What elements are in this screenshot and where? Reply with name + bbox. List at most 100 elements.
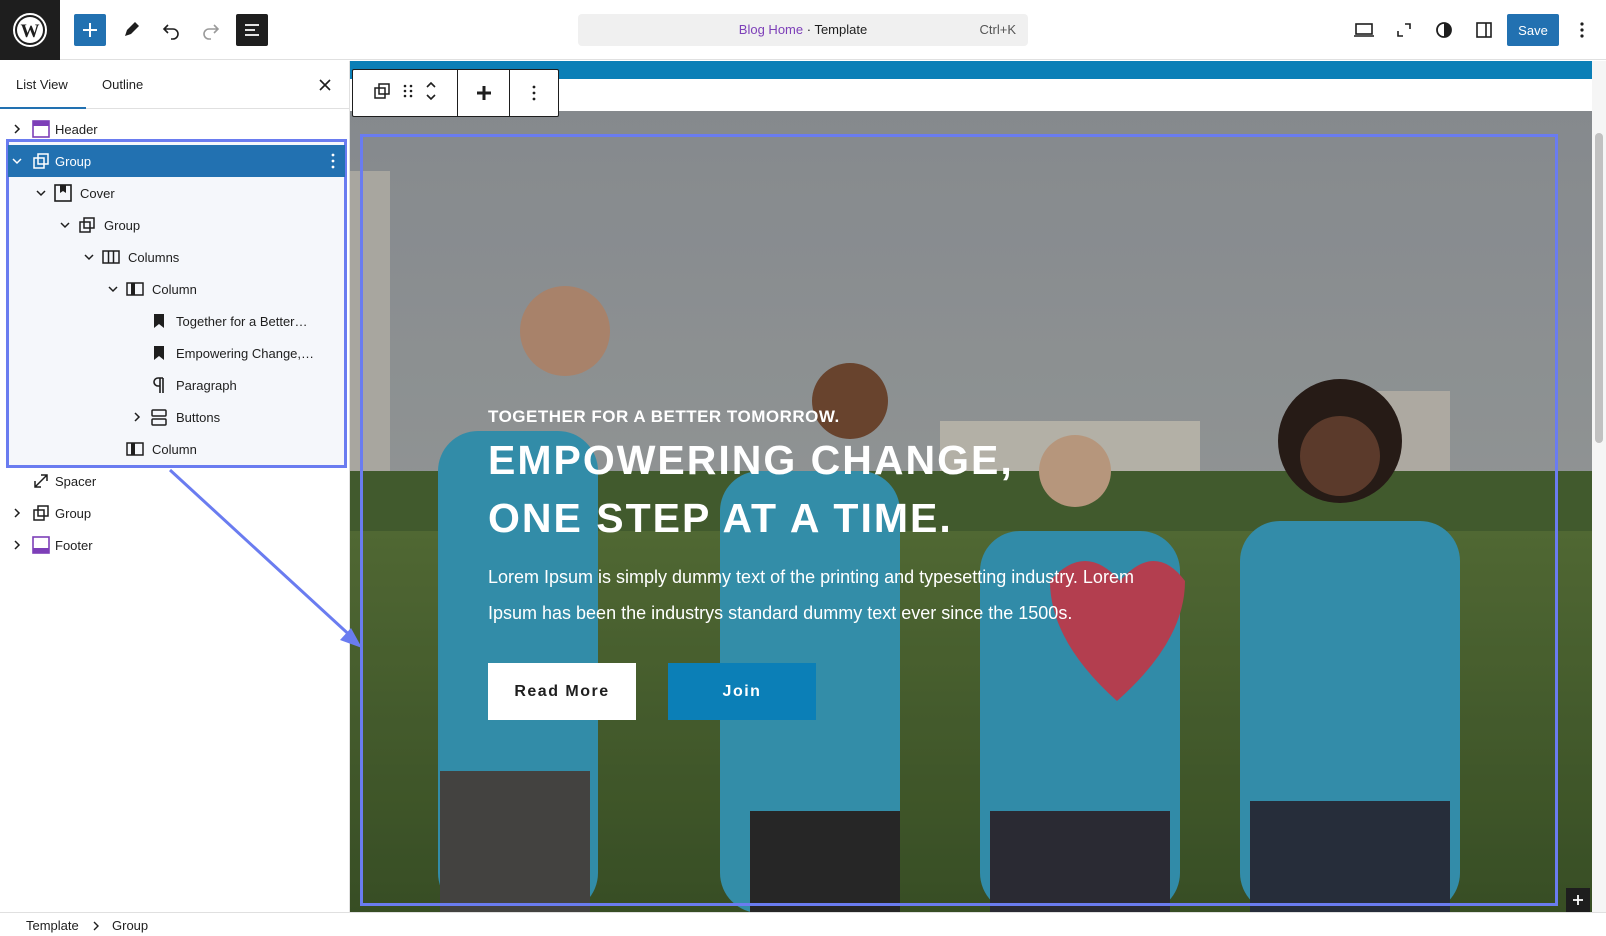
spacer-icon (32, 472, 50, 490)
list-item-label: Empowering Change,… (176, 345, 315, 361)
breadcrumb-template[interactable]: Template (26, 918, 79, 933)
chevron-right-icon (92, 919, 100, 934)
column-icon (126, 280, 144, 298)
group-icon (32, 504, 50, 522)
hero-headline[interactable]: EMPOWERING CHANGE, ONE STEP AT A TIME. (488, 431, 1014, 547)
block-toolbar (352, 69, 559, 117)
block-options-icon[interactable] (331, 153, 335, 172)
command-palette-bar[interactable]: Blog Home · Template Ctrl+K (578, 14, 1028, 46)
scrollbar-thumb[interactable] (1595, 133, 1603, 443)
list-item-paragraph[interactable]: Paragraph (8, 369, 345, 401)
block-inserter-button[interactable] (1566, 888, 1590, 912)
block-type-button[interactable] (373, 82, 391, 105)
headline-line-2: ONE STEP AT A TIME. (488, 495, 953, 541)
editor-canvas[interactable]: TOGETHER FOR A BETTER TOMORROW. EMPOWERI… (350, 61, 1592, 913)
list-item-footer[interactable]: Footer (8, 529, 345, 561)
list-item-heading-together[interactable]: Together for a Better… (8, 305, 345, 337)
list-item-group[interactable]: Group (8, 209, 345, 241)
list-item-buttons[interactable]: Buttons (8, 401, 345, 433)
close-icon (319, 79, 331, 91)
tab-outline[interactable]: Outline (102, 61, 182, 109)
list-item-header[interactable]: Header (8, 113, 345, 145)
list-item-column[interactable]: Column (8, 273, 345, 305)
svg-text:W: W (21, 21, 40, 42)
join-button[interactable]: Join (668, 663, 816, 720)
chevron-right-icon[interactable] (130, 410, 144, 424)
command-shortcut: Ctrl+K (979, 22, 1016, 37)
undo-icon (162, 24, 179, 40)
document-title: Blog Home · Template (578, 22, 1028, 37)
tools-button[interactable] (115, 14, 147, 46)
breadcrumb: Template Group (0, 912, 1606, 936)
list-item-group-selected[interactable]: Group (8, 145, 345, 177)
list-item-label: Group (55, 153, 92, 169)
chevron-down-icon[interactable] (106, 282, 120, 296)
pencil-icon (125, 22, 139, 36)
chevron-right-icon[interactable] (10, 506, 24, 520)
group-icon (78, 216, 96, 234)
move-up-down-icon[interactable] (425, 79, 437, 108)
hero-paragraph[interactable]: Lorem Ipsum is simply dummy text of the … (488, 559, 1168, 631)
canvas-scrollbar[interactable] (1592, 61, 1606, 913)
cover-block[interactable]: TOGETHER FOR A BETTER TOMORROW. EMPOWERI… (350, 111, 1592, 913)
device-preview-button[interactable] (1348, 14, 1380, 46)
hero-kicker[interactable]: TOGETHER FOR A BETTER TOMORROW. (488, 407, 840, 427)
list-item-label: Buttons (176, 409, 221, 425)
wordpress-icon: W (13, 13, 47, 47)
header-template-part-icon (32, 120, 50, 138)
redo-button[interactable] (195, 14, 227, 46)
plus-icon (1573, 895, 1583, 905)
bookmark-icon (150, 344, 168, 362)
tab-list-view[interactable]: List View (0, 61, 86, 109)
list-item-label: Cover (80, 185, 115, 201)
sidebar-tabs: List View Outline (0, 61, 349, 109)
chevron-down-icon[interactable] (82, 250, 96, 264)
list-item-heading-empowering[interactable]: Empowering Change,… (8, 337, 345, 369)
undo-button[interactable] (155, 14, 187, 46)
breadcrumb-group[interactable]: Group (112, 918, 148, 933)
drag-handle-icon[interactable] (403, 83, 413, 104)
block-options-button[interactable] (510, 70, 558, 116)
column-icon (126, 440, 144, 458)
settings-sidebar-button[interactable] (1468, 14, 1500, 46)
paragraph-line-1: Lorem Ipsum is simply dummy text of the … (488, 567, 1134, 587)
list-item-label: Spacer (55, 473, 97, 489)
redo-icon (203, 24, 220, 40)
headline-line-1: EMPOWERING CHANGE, (488, 437, 1014, 483)
save-button[interactable]: Save (1507, 14, 1559, 46)
plus-icon (83, 23, 97, 37)
chevron-right-icon[interactable] (10, 538, 24, 552)
styles-button[interactable] (1428, 14, 1460, 46)
columns-icon (102, 248, 120, 266)
zoom-out-button[interactable] (1388, 14, 1420, 46)
options-button[interactable] (1566, 14, 1598, 46)
more-vertical-icon (1580, 22, 1584, 38)
list-item-label: Group (104, 217, 141, 233)
block-mover-group (353, 70, 459, 116)
editor-topbar: W Blog Home · Template Ctrl+K Save (0, 0, 1606, 60)
list-item-columns[interactable]: Columns (8, 241, 345, 273)
cover-icon (54, 184, 72, 202)
list-item-label: Paragraph (176, 377, 237, 393)
chevron-down-icon[interactable] (34, 186, 48, 200)
close-sidebar-button[interactable] (315, 75, 335, 95)
add-block-button[interactable] (74, 14, 106, 46)
wordpress-logo-button[interactable]: W (0, 0, 60, 60)
chevron-down-icon[interactable] (58, 218, 72, 232)
align-icon (476, 86, 491, 100)
group-icon (374, 82, 390, 99)
paragraph-icon (150, 376, 168, 394)
sidebar-icon (1476, 22, 1492, 38)
document-overview-button[interactable] (236, 14, 268, 46)
template-kind: Template (814, 22, 868, 37)
group-icon (32, 152, 50, 170)
list-item-label: Column (152, 441, 197, 457)
chevron-right-icon[interactable] (10, 122, 24, 136)
list-item-cover[interactable]: Cover (8, 177, 345, 209)
list-item-group[interactable]: Group (8, 497, 345, 529)
chevron-down-icon[interactable] (10, 154, 24, 168)
list-item-column[interactable]: Column (8, 433, 345, 465)
align-button[interactable] (458, 70, 511, 116)
list-item-spacer[interactable]: Spacer (8, 465, 345, 497)
read-more-button[interactable]: Read More (488, 663, 636, 720)
